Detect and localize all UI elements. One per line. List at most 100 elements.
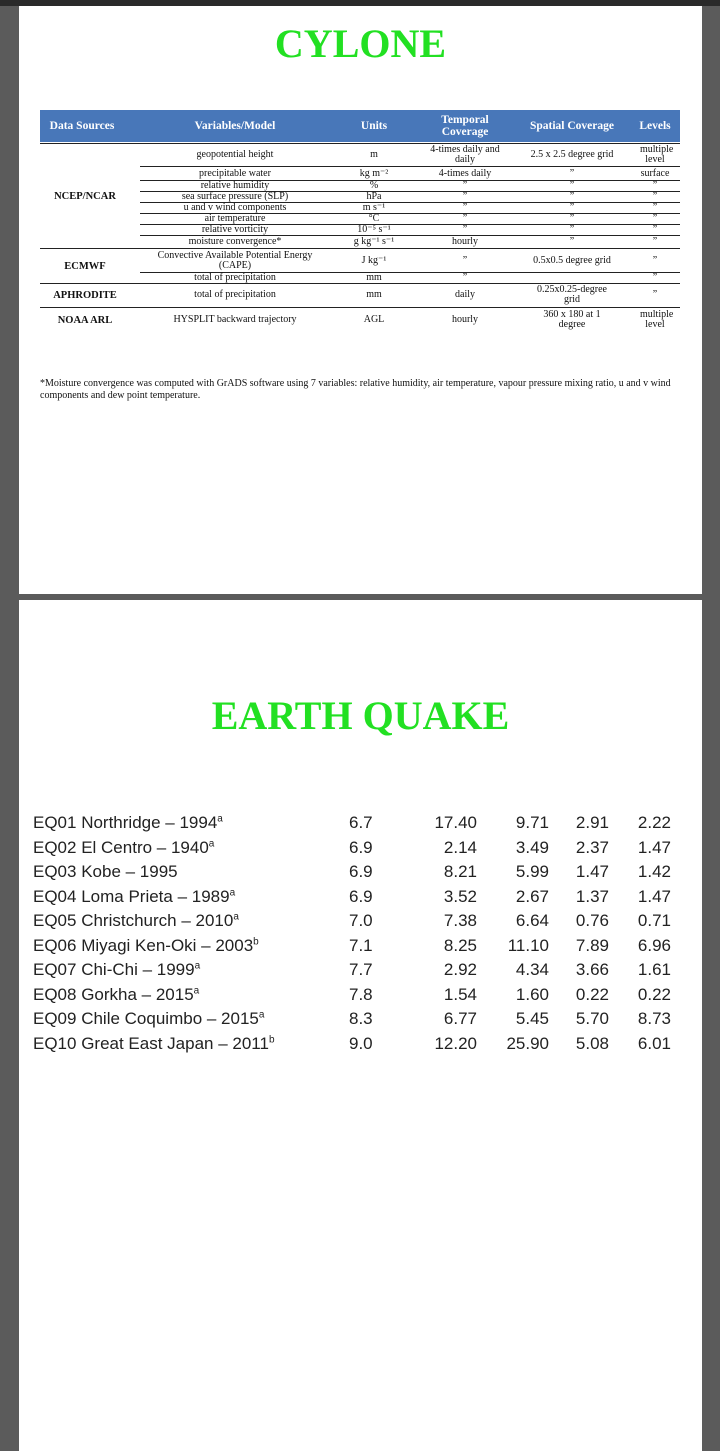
footnote-marker: b [268, 1033, 275, 1045]
row-divider [40, 248, 680, 249]
table-cell: ” [462, 272, 468, 283]
table-cell: ” [652, 179, 658, 191]
earthquake-v1-value: 8.21 [443, 862, 477, 881]
table-cell: multiple level [640, 309, 674, 330]
table-cell: ” [462, 179, 468, 191]
table-cell: ” [569, 223, 575, 235]
earthquake-name: EQ10 Great East Japan – 2011b [33, 1034, 275, 1054]
header-units: Units [360, 120, 388, 132]
table-cell: ” [652, 272, 658, 283]
table-cell: precipitable water [199, 167, 271, 179]
table-cell: AGL [363, 314, 385, 325]
earthquake-v1-value: 3.52 [443, 886, 477, 906]
earthquake-v3-value: 0.76 [575, 911, 609, 930]
earthquake-v4-value: 6.96 [637, 935, 671, 955]
cyclone-page: CYLONE Data Sources Variables/Model Unit… [19, 6, 702, 594]
earthquake-v1-value: 6.77 [443, 1009, 477, 1028]
cyclone-heading: CYLONE [274, 21, 447, 66]
earthquake-v2-value: 3.49 [515, 837, 549, 857]
earthquake-v2-value: 9.71 [515, 813, 549, 832]
earthquake-v3-value: 3.66 [575, 960, 609, 979]
earthquake-name-text: EQ07 Chi-Chi – 1999 [33, 960, 195, 979]
earthquake-heading: EARTH QUAKE [211, 693, 510, 738]
earthquake-v2-value: 5.99 [515, 862, 549, 881]
table-cell: °C [368, 212, 380, 224]
table-cell: m [370, 149, 378, 160]
data-source-label: APHRODITE [53, 289, 117, 301]
earthquake-name: EQ01 Northridge – 1994a [33, 813, 223, 833]
table-cell: m s⁻¹ [362, 201, 386, 213]
earthquake-v4-value: 2.22 [637, 813, 671, 832]
footnote-marker: a [208, 837, 215, 849]
earthquake-v4-value: 6.01 [637, 1033, 671, 1053]
table-cell: 4-times daily and daily [430, 144, 500, 165]
earthquake-v1-value: 7.38 [443, 911, 477, 930]
table-cell: ” [652, 235, 658, 247]
earthquake-mag-value: 7.8 [349, 984, 373, 1004]
earthquake-v4-value: 8.73 [637, 1009, 671, 1028]
table-cell: ” [462, 255, 468, 266]
earthquake-name-text: EQ02 El Centro – 1940 [33, 837, 209, 857]
table-cell: ” [569, 179, 575, 191]
table-cell: hPa [366, 190, 382, 202]
data-source-label: NOAA ARL [57, 314, 113, 326]
earthquake-row: EQ09 Chile Coquimbo – 2015a 8.3 6.77 5.45 5.… [19, 1009, 702, 1033]
earthquake-page: EARTH QUAKE EQ01 Northridge – 1994a 6.7 17… [19, 600, 702, 1451]
table-cell: g kg⁻¹ s⁻¹ [353, 235, 395, 247]
earthquake-v1-value: 2.92 [443, 960, 477, 979]
earthquake-name-text: EQ10 Great East Japan – 2011 [33, 1033, 269, 1053]
row-divider [40, 307, 680, 308]
earthquake-name: EQ02 El Centro – 1940a [33, 838, 214, 858]
earthquake-v1-value: 17.40 [434, 813, 477, 832]
table-cell: geopotential height [196, 149, 274, 160]
footnote-marker: a [194, 960, 201, 972]
table-cell: ” [652, 223, 658, 235]
table-cell: Convective Available Potential Energy (C… [157, 250, 313, 271]
table-cell: relative humidity [200, 179, 270, 191]
table-cell: ” [652, 201, 658, 213]
table-cell: hourly [451, 235, 479, 247]
table-cell: hourly [451, 314, 479, 325]
table-cell: surface [640, 167, 670, 179]
earthquake-mag-value: 7.7 [349, 960, 373, 979]
earthquake-row: EQ03 Kobe – 1995 6.9 8.21 5.99 1.47 1.42 [19, 862, 702, 886]
earthquake-mag-value: 7.0 [349, 911, 373, 930]
table-cell: ” [569, 235, 575, 247]
table-cell: ” [652, 289, 658, 300]
table-cell: daily [455, 289, 475, 300]
earthquake-name-text: EQ03 Kobe – 1995 [33, 862, 178, 881]
earthquake-name: EQ09 Chile Coquimbo – 2015a [33, 1009, 264, 1029]
earthquake-mag-value: 6.9 [349, 886, 373, 906]
earthquake-v2-value: 4.34 [515, 960, 549, 979]
earthquake-v3-value: 5.08 [575, 1033, 609, 1053]
table-cell: total of precipitation [194, 289, 276, 300]
earthquake-name-text: EQ05 Christchurch – 2010 [33, 911, 234, 930]
table-cell: ” [462, 223, 468, 235]
table-cell: total of precipitation [194, 272, 276, 283]
earthquake-name: EQ06 Miyagi Ken-Oki – 2003b [33, 936, 259, 956]
earthquake-v1-value: 2.14 [443, 837, 477, 857]
header-levels: Levels [639, 120, 671, 132]
footnote-marker: a [217, 813, 223, 825]
table-cell: 2.5 x 2.5 degree grid [530, 149, 614, 160]
footnote-marker: a [229, 886, 236, 898]
earthquake-v3-value: 0.22 [575, 984, 609, 1004]
table-cell: kg m⁻² [359, 167, 389, 179]
table-cell: ” [462, 190, 468, 202]
earthquake-row: EQ08 Gorkha – 2015a 7.8 1.54 1.60 0.22 0.22 [19, 985, 702, 1009]
earthquake-v4-value: 1.42 [637, 862, 671, 881]
earthquake-name: EQ05 Christchurch – 2010a [33, 911, 239, 931]
header-data-sources: Data Sources [49, 120, 115, 132]
earthquake-row: EQ01 Northridge – 1994a 6.7 17.40 9.71 2.91 2… [19, 813, 702, 837]
earthquake-v3-value: 1.47 [575, 862, 609, 881]
table-cell: ” [569, 167, 575, 179]
earthquake-v2-value: 6.64 [515, 911, 549, 930]
earthquake-v2-value: 2.67 [515, 886, 549, 906]
earthquake-mag-value: 9.0 [349, 1033, 373, 1053]
footnote-marker: a [258, 1009, 265, 1021]
earthquake-v2-value: 5.45 [515, 1009, 549, 1028]
earthquake-v3-value: 2.37 [575, 837, 609, 857]
footnote-marker: a [193, 984, 200, 996]
earthquake-v3-value: 1.37 [575, 886, 609, 906]
table-cell: ” [462, 201, 468, 213]
